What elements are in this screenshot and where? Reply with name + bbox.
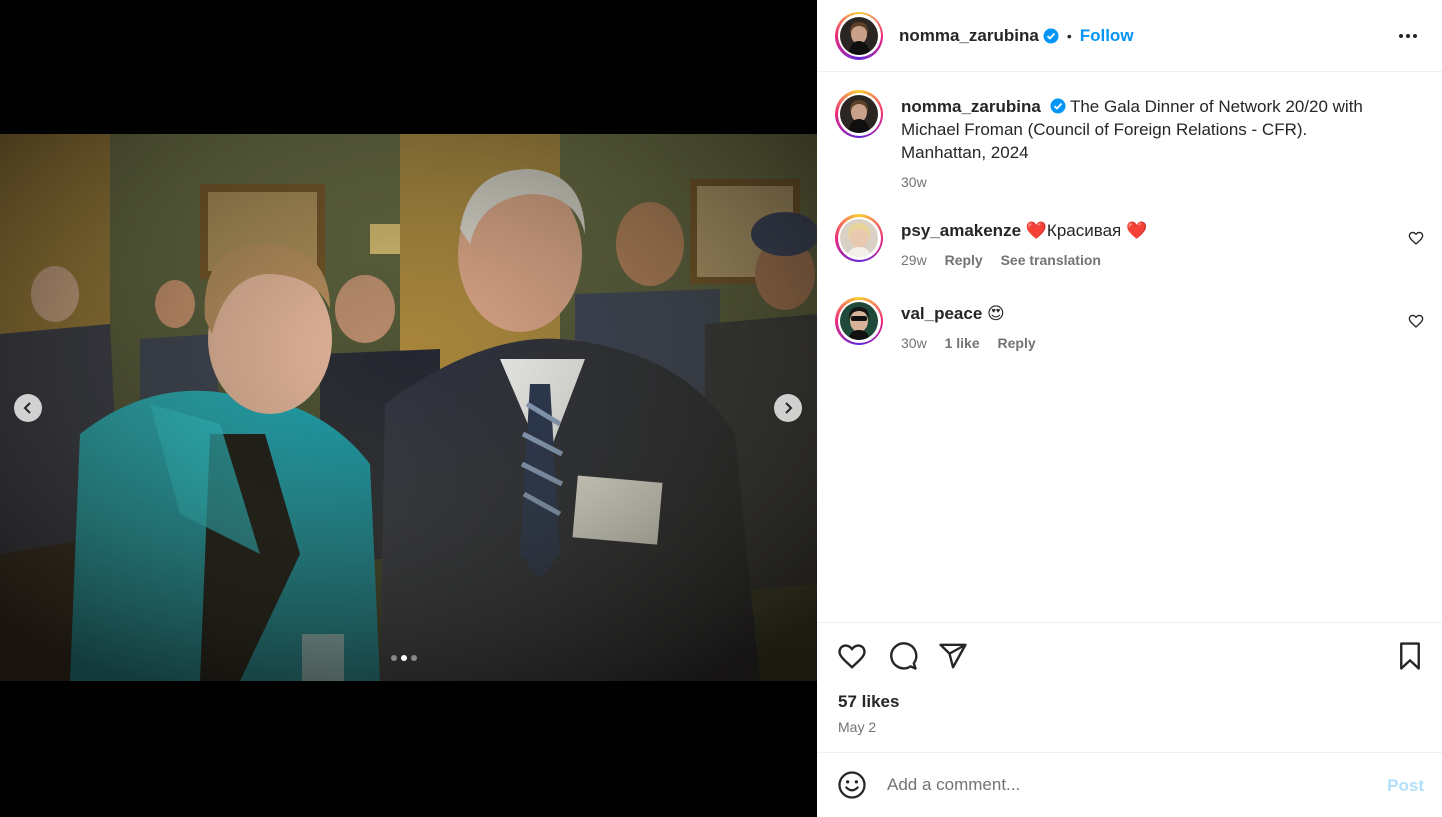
comment-composer: Post — [817, 752, 1442, 817]
comment-meta: 30w 1 like Reply — [901, 335, 1050, 351]
follow-button[interactable]: Follow — [1080, 26, 1134, 46]
author-username[interactable]: nomma_zarubina — [899, 26, 1039, 46]
chevron-left-icon — [23, 402, 31, 414]
like-comment-heart-icon[interactable] — [1408, 230, 1424, 246]
commenter-avatar[interactable] — [835, 214, 883, 262]
reply-button[interactable]: Reply — [998, 335, 1036, 351]
verified-badge-icon — [1050, 98, 1066, 114]
comment-meta: 29w Reply See translation — [901, 252, 1147, 268]
caption-username[interactable]: nomma_zarubina — [901, 97, 1041, 116]
comment-icon[interactable] — [888, 641, 918, 671]
like-comment-heart-icon[interactable] — [1408, 313, 1424, 329]
header-separator: • — [1066, 27, 1072, 44]
carousel-dot-active — [401, 655, 407, 661]
carousel-dot — [391, 655, 397, 661]
caption: nomma_zarubina The Gala Dinner of Networ… — [835, 90, 1391, 190]
post-date: May 2 — [838, 719, 877, 735]
post-actions: 57 likes May 2 — [817, 622, 1442, 752]
bookmark-icon[interactable] — [1395, 641, 1425, 671]
comment-text: 😍 — [987, 304, 1005, 323]
post-comment-button[interactable]: Post — [1387, 776, 1424, 796]
author-avatar[interactable] — [835, 11, 883, 60]
post-details-panel: nomma_zarubina • Follow nomma_zarubina T… — [817, 0, 1442, 817]
comment-time[interactable]: 30w — [901, 335, 927, 351]
verified-badge-icon — [1043, 28, 1059, 43]
carousel-dot — [411, 655, 417, 661]
comment-likes[interactable]: 1 like — [945, 335, 980, 351]
emoji-icon[interactable] — [837, 770, 867, 800]
chevron-right-icon — [785, 402, 793, 414]
caption-meta: 30w — [901, 174, 1391, 190]
share-icon[interactable] — [938, 641, 968, 671]
caption-avatar[interactable] — [835, 90, 883, 138]
caption-time[interactable]: 30w — [901, 174, 927, 190]
see-translation-button[interactable]: See translation — [1001, 252, 1101, 268]
commenter-username[interactable]: psy_amakenze — [901, 221, 1021, 240]
heart-icon[interactable] — [837, 641, 867, 671]
comment-item: val_peace 😍 30w 1 like Reply — [835, 297, 1050, 351]
media-pane — [0, 0, 817, 817]
carousel-indicator — [391, 655, 417, 661]
comment-item: psy_amakenze ❤️Красивая ❤️ 29w Reply See… — [835, 214, 1147, 268]
comment-text: ❤️Красивая ❤️ — [1025, 221, 1148, 240]
carousel-prev-button[interactable] — [14, 394, 42, 422]
commenter-username[interactable]: val_peace — [901, 304, 982, 323]
comment-input[interactable] — [887, 773, 1357, 797]
comments-section: nomma_zarubina The Gala Dinner of Networ… — [817, 72, 1442, 622]
comment-time[interactable]: 29w — [901, 252, 927, 268]
carousel-next-button[interactable] — [774, 394, 802, 422]
like-count[interactable]: 57 likes — [838, 692, 899, 712]
post-modal: nomma_zarubina • Follow nomma_zarubina T… — [0, 0, 1442, 817]
post-photo[interactable] — [0, 134, 817, 681]
more-options-icon[interactable] — [1398, 26, 1418, 46]
commenter-avatar[interactable] — [835, 297, 883, 345]
reply-button[interactable]: Reply — [945, 252, 983, 268]
post-header: nomma_zarubina • Follow — [817, 0, 1442, 72]
